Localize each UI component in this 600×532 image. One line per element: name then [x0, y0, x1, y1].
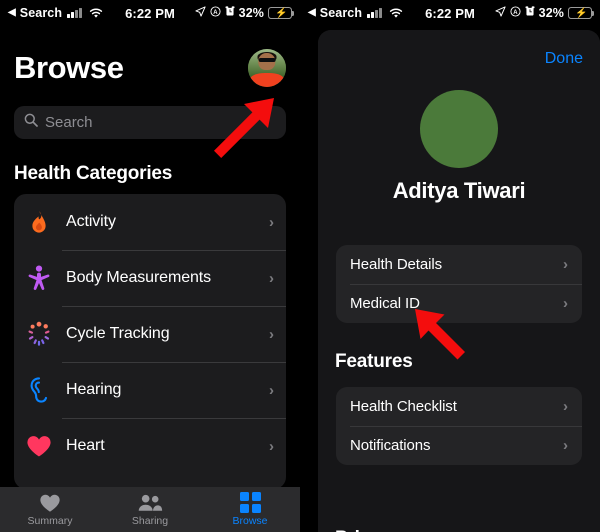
annotation-arrow-to-avatar: [200, 92, 280, 172]
chevron-right-icon: ›: [269, 269, 274, 287]
grid-icon: [239, 492, 261, 513]
profile-sheet-body: Done Aditya Tiwari Health Details › Medi…: [318, 30, 600, 532]
tab-summary[interactable]: Summary: [0, 487, 100, 532]
left-phone-panel: ◀ Search 6:22 PM A 32% ⚡ Browse Search H…: [0, 0, 300, 532]
tab-browse[interactable]: Browse: [200, 487, 300, 532]
chevron-right-icon: ›: [269, 437, 274, 455]
tab-bar: Summary Sharing Browse: [0, 487, 300, 532]
category-label: Hearing: [66, 381, 122, 398]
privacy-heading: Privacy: [335, 528, 401, 532]
rotation-lock-icon: A: [510, 6, 521, 20]
status-right-group: A 32% ⚡: [195, 6, 295, 20]
chevron-right-icon: ›: [269, 213, 274, 231]
search-placeholder: Search: [45, 114, 93, 131]
category-label: Body Measurements: [66, 269, 212, 286]
tab-label: Browse: [232, 515, 268, 527]
category-row-cycle-tracking[interactable]: Cycle Tracking ›: [14, 306, 286, 362]
row-label: Health Details: [350, 256, 442, 273]
tab-label: Sharing: [131, 514, 169, 527]
right-phone-panel: ◀ Search 6:22 PM A 32% ⚡ Done Aditya Tiw…: [300, 0, 600, 532]
chevron-right-icon: ›: [563, 256, 568, 273]
svg-text:A: A: [513, 10, 518, 16]
ear-icon: [26, 377, 52, 403]
row-label: Notifications: [350, 437, 431, 454]
health-details-row[interactable]: Health Details ›: [336, 245, 582, 284]
profile-sheet: Done Aditya Tiwari Health Details › Medi…: [318, 30, 600, 532]
heart-icon: [40, 494, 60, 512]
category-row-heart[interactable]: Heart ›: [14, 418, 286, 474]
features-heading: Features: [335, 351, 413, 372]
tab-label: Summary: [27, 514, 73, 527]
location-arrow-icon: [495, 6, 506, 20]
battery-charging-icon: ⚡: [268, 7, 295, 19]
category-label: Heart: [66, 437, 105, 454]
chevron-right-icon: ›: [269, 325, 274, 343]
health-categories-heading: Health Categories: [14, 163, 173, 184]
battery-charging-icon: ⚡: [568, 7, 595, 19]
profile-avatar[interactable]: [248, 49, 286, 87]
page-title: Browse: [14, 50, 124, 85]
browse-header: Browse: [14, 46, 286, 90]
svg-text:A: A: [213, 10, 218, 16]
features-card: Health Checklist › Notifications ›: [336, 387, 582, 465]
battery-percent-label: 32%: [538, 6, 564, 20]
status-right-group: A 32% ⚡: [495, 6, 595, 20]
category-row-activity[interactable]: Activity ›: [14, 194, 286, 250]
health-checklist-row[interactable]: Health Checklist ›: [336, 387, 582, 426]
heart-icon: [26, 433, 52, 459]
category-label: Activity: [66, 213, 116, 230]
rotation-lock-icon: A: [210, 6, 221, 20]
cycle-burst-icon: [26, 321, 52, 347]
location-arrow-icon: [195, 6, 206, 20]
row-label: Health Checklist: [350, 398, 457, 415]
annotation-arrow-to-medical-id: [410, 305, 466, 361]
category-row-body-measurements[interactable]: Body Measurements ›: [14, 250, 286, 306]
alarm-clock-icon: [525, 6, 535, 20]
chevron-right-icon: ›: [563, 295, 568, 312]
people-icon: [138, 494, 163, 511]
category-row-hearing[interactable]: Hearing ›: [14, 362, 286, 418]
screenshot-root: ◀ Search 6:22 PM A 32% ⚡ Browse Search H…: [0, 0, 600, 532]
alarm-clock-icon: [225, 6, 235, 20]
body-figure-icon: [26, 265, 52, 291]
category-label: Cycle Tracking: [66, 325, 170, 342]
status-bar-left: ◀ Search 6:22 PM A 32% ⚡: [0, 0, 300, 26]
search-icon: [24, 113, 38, 132]
notifications-row[interactable]: Notifications ›: [336, 426, 582, 465]
done-button[interactable]: Done: [545, 50, 583, 68]
flame-icon: [26, 209, 52, 235]
chevron-right-icon: ›: [563, 398, 568, 415]
profile-name: Aditya Tiwari: [392, 178, 526, 203]
health-categories-card: Activity › Body Measurements › Cycle Tra…: [14, 194, 286, 489]
chevron-right-icon: ›: [563, 437, 568, 454]
status-bar-right: ◀ Search 6:22 PM A 32% ⚡: [300, 0, 600, 26]
battery-percent-label: 32%: [238, 6, 264, 20]
profile-avatar-large[interactable]: [420, 90, 498, 168]
tab-sharing[interactable]: Sharing: [100, 487, 200, 532]
chevron-right-icon: ›: [269, 381, 274, 399]
